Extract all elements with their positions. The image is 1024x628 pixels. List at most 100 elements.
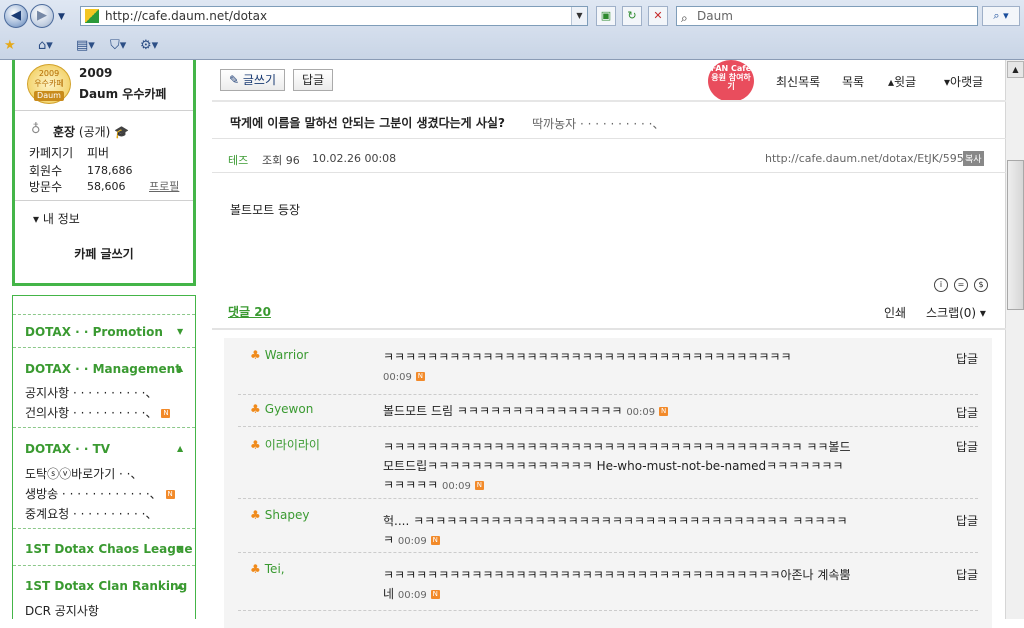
menu-item-request[interactable]: 중계요청 · · · · · · · · · ·、 bbox=[25, 505, 157, 522]
comment-separator bbox=[238, 498, 978, 499]
comment-author[interactable]: ♣ Warrior bbox=[250, 348, 308, 362]
compat-view-icon[interactable]: ▣ bbox=[596, 6, 616, 26]
divider bbox=[212, 172, 1006, 173]
prev-post-link[interactable]: ▴윗글 bbox=[888, 73, 916, 90]
cafe-write-button[interactable]: 카페 글쓰기 bbox=[15, 245, 193, 262]
menu-item-label: 공지사항 · · · · · · · · · ·、 bbox=[25, 386, 158, 400]
post-board-name[interactable]: 딱까농자 · · · · · · · · · ·、 bbox=[532, 115, 664, 132]
vertical-scrollbar[interactable]: ▲ bbox=[1005, 60, 1024, 619]
comment-time: 00:09 bbox=[383, 372, 412, 383]
back-button[interactable]: ◀ bbox=[4, 4, 28, 28]
menu-group-promotion[interactable]: DOTAX · · Promotion bbox=[25, 325, 163, 339]
post-url[interactable]: http://cafe.daum.net/dotax/EtJK/59581 bbox=[765, 152, 978, 165]
expand-arrow-icon[interactable]: ▲ bbox=[177, 581, 183, 590]
write-button[interactable]: ✎ 글쓰기 bbox=[220, 69, 285, 91]
page-icon[interactable]: ▤▾ bbox=[76, 36, 95, 56]
safety-shield-icon[interactable]: ⛉▾ bbox=[110, 36, 126, 56]
pineapple-icon: ♣ bbox=[250, 508, 261, 522]
recent-list-link[interactable]: 최신목록 bbox=[776, 73, 820, 90]
collapse-arrow-icon[interactable]: ▼ bbox=[177, 327, 183, 336]
next-post-link[interactable]: ▾아랫글 bbox=[944, 73, 983, 90]
author-name: 테즈 bbox=[228, 154, 249, 167]
author-name: Tei, bbox=[264, 562, 285, 576]
comment-text: ㅋㅋㅋㅋㅋㅋㅋㅋㅋㅋㅋㅋㅋㅋㅋㅋㅋㅋㅋㅋㅋㅋㅋㅋㅋㅋㅋㅋㅋㅋㅋㅋㅋㅋㅋㅋ아존나 … bbox=[383, 566, 853, 605]
comment-text: 헉.... ㅋㅋㅋㅋㅋㅋㅋㅋㅋㅋㅋㅋㅋㅋㅋㅋㅋㅋㅋㅋㅋㅋㅋㅋㅋㅋㅋㅋㅋㅋㅋㅋㅋㅋ… bbox=[383, 512, 853, 551]
author-name: Warrior bbox=[264, 348, 309, 362]
scrap-dropdown[interactable]: 스크랩(0) ▾ bbox=[926, 304, 986, 321]
history-dropdown-icon[interactable]: ▼ bbox=[58, 12, 65, 22]
forward-button[interactable]: ▶ bbox=[30, 4, 54, 28]
fan-cafe-badge[interactable]: FAN Cafe 응원 참여하기 bbox=[708, 60, 754, 102]
divider bbox=[15, 200, 193, 201]
menu-item-live[interactable]: 생방송 · · · · · · · · · · · ·、 N bbox=[25, 485, 175, 502]
reply-button[interactable]: 답글 bbox=[293, 69, 334, 91]
comment-separator bbox=[238, 610, 978, 611]
favorites-star-icon[interactable]: ★ bbox=[4, 36, 16, 56]
badge-year: 2009 bbox=[38, 69, 60, 78]
post-author[interactable]: 테즈 bbox=[228, 152, 248, 168]
cafe-best-label: Daum 우수카페 bbox=[79, 87, 167, 101]
comments-count-link[interactable]: 댓글 20 bbox=[228, 303, 271, 320]
cafe-key-label: 카페지기 bbox=[29, 146, 74, 160]
comment-separator bbox=[238, 394, 978, 395]
author-name: 이라이라이 bbox=[264, 438, 320, 452]
menu-item-notice[interactable]: 공지사항 · · · · · · · · · ·、 bbox=[25, 384, 157, 401]
comment-author[interactable]: ♣ Gyewon bbox=[250, 402, 313, 416]
menu-item-label: 중계요청 · · · · · · · · · ·、 bbox=[25, 507, 158, 521]
cc-noncommercial-icon: $ bbox=[974, 278, 988, 292]
new-badge-icon: N bbox=[415, 372, 425, 381]
comment-reply-button[interactable]: 답글 bbox=[956, 350, 978, 367]
menu-item-shortcut[interactable]: 도탁ⓢⓥ바로가기 · ·、 bbox=[25, 465, 143, 482]
comment-author[interactable]: ♣ Shapey bbox=[250, 508, 309, 522]
menu-item-dcr-notice[interactable]: DCR 공지사항 bbox=[25, 602, 99, 619]
scroll-thumb[interactable] bbox=[1007, 160, 1024, 310]
address-dropdown-icon[interactable]: ▼ bbox=[571, 7, 587, 25]
menu-separator bbox=[13, 565, 195, 566]
comment-reply-button[interactable]: 답글 bbox=[956, 404, 978, 421]
print-link[interactable]: 인쇄 bbox=[884, 304, 906, 321]
best-cafe-badge-icon: 2009 우수카페 Daum bbox=[27, 64, 71, 104]
comment-author[interactable]: ♣ 이라이라이 bbox=[250, 436, 320, 453]
cc-noderivs-icon: = bbox=[954, 278, 968, 292]
scroll-up-icon[interactable]: ▲ bbox=[1007, 61, 1024, 78]
stop-icon[interactable]: ✕ bbox=[648, 6, 668, 26]
comment-reply-button[interactable]: 답글 bbox=[956, 512, 978, 529]
search-button[interactable]: ⌕ ▾ bbox=[982, 6, 1020, 26]
home-icon[interactable]: ⌂▾ bbox=[38, 36, 53, 56]
search-input[interactable]: ⌕ Daum bbox=[676, 6, 978, 26]
comment-reply-button[interactable]: 답글 bbox=[956, 438, 978, 455]
members-label: 회원수 bbox=[29, 164, 63, 178]
menu-item-label: DCR 공지사항 bbox=[25, 604, 99, 618]
new-badge-icon: N bbox=[430, 536, 440, 545]
menu-group-management[interactable]: DOTAX · · Management bbox=[25, 362, 181, 376]
comment-list: ♣ Warrior ㅋㅋㅋㅋㅋㅋㅋㅋㅋㅋㅋㅋㅋㅋㅋㅋㅋㅋㅋㅋㅋㅋㅋㅋㅋㅋㅋㅋㅋㅋㅋ… bbox=[224, 338, 992, 628]
grad-cap-icon: 🎓 bbox=[114, 125, 130, 139]
new-badge-icon: N bbox=[161, 409, 171, 418]
my-info-toggle[interactable]: ▾ 내 정보 bbox=[33, 210, 80, 227]
expand-arrow-icon[interactable]: ▲ bbox=[177, 444, 183, 453]
comment-reply-button[interactable]: 답글 bbox=[956, 566, 978, 583]
members-value: 178,686 bbox=[87, 164, 133, 177]
comment-body: ㅋㅋㅋㅋㅋㅋㅋㅋㅋㅋㅋㅋㅋㅋㅋㅋㅋㅋㅋㅋㅋㅋㅋㅋㅋㅋㅋㅋㅋㅋㅋㅋㅋㅋㅋㅋ아존나 … bbox=[383, 568, 851, 601]
copy-url-button[interactable]: 복사 bbox=[963, 151, 984, 166]
comment-author[interactable]: ♣ Tei, bbox=[250, 562, 285, 576]
refresh-icon[interactable]: ↻ bbox=[622, 6, 642, 26]
comment-time: 00:09 bbox=[397, 536, 427, 547]
post-date: 10.02.26 00:08 bbox=[312, 152, 397, 165]
tools-gear-icon[interactable]: ⚙▾ bbox=[140, 36, 158, 56]
profile-link[interactable]: 프로필 bbox=[149, 178, 179, 194]
menu-group-clan-ranking[interactable]: 1ST Dotax Clan Ranking bbox=[25, 579, 187, 593]
menu-item-suggestion[interactable]: 건의사항 · · · · · · · · · ·、 N bbox=[25, 404, 171, 421]
collapse-arrow-icon[interactable]: ▼ bbox=[177, 544, 183, 553]
address-bar[interactable]: http://cafe.daum.net/dotax ▼ bbox=[80, 6, 588, 26]
cafe-key-value[interactable]: 피버 bbox=[87, 144, 109, 161]
owner-info: 훈장 (공개) 🎓 bbox=[53, 123, 129, 140]
cafe-info-box: 2009 우수카페 Daum 2009 Daum 우수카페 ♁ 훈장 (공개) … bbox=[12, 60, 196, 286]
menu-item-label: 도탁ⓢⓥ바로가기 · ·、 bbox=[25, 467, 143, 481]
menu-group-chaos-league[interactable]: 1ST Dotax Chaos League bbox=[25, 542, 192, 556]
comment-text: ㅋㅋㅋㅋㅋㅋㅋㅋㅋㅋㅋㅋㅋㅋㅋㅋㅋㅋㅋㅋㅋㅋㅋㅋㅋㅋㅋㅋㅋㅋㅋㅋㅋㅋㅋㅋㅋㅋ ㅋ… bbox=[383, 438, 853, 496]
menu-group-tv[interactable]: DOTAX · · TV bbox=[25, 442, 110, 456]
expand-arrow-icon[interactable]: ▲ bbox=[177, 364, 183, 373]
list-link[interactable]: 목록 bbox=[842, 73, 864, 90]
new-badge-icon: N bbox=[659, 407, 669, 416]
